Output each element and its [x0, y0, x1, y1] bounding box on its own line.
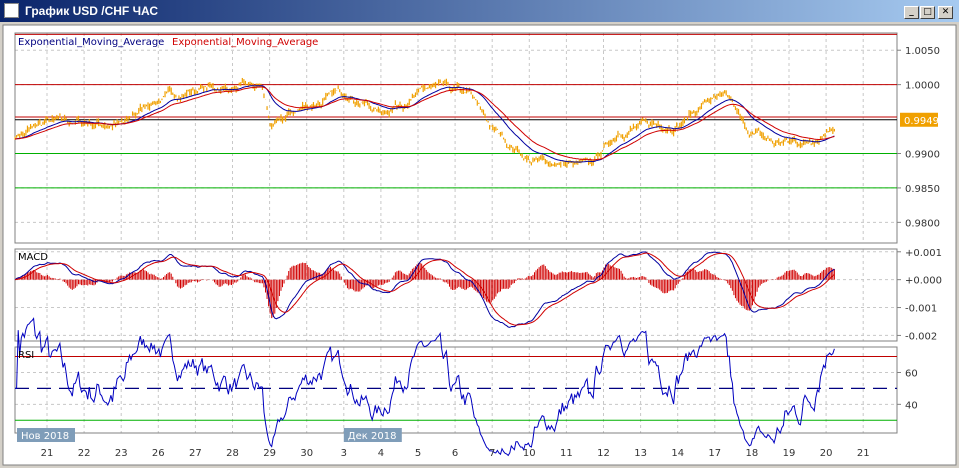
ema-legend-fast: Exponential_Moving_Average	[18, 37, 164, 48]
x-tick-label: 11	[560, 448, 573, 459]
x-tick-label: 6	[452, 448, 458, 459]
x-tick-label: 21	[857, 448, 870, 459]
ema-legend-slow: Exponential_Moving_Average	[172, 37, 318, 48]
x-tick-label: 13	[634, 448, 647, 459]
price-tick-label: 1.0000	[905, 81, 940, 92]
x-tick-label: 12	[597, 448, 610, 459]
macd-label: MACD	[18, 252, 48, 263]
x-tick-label: 18	[746, 448, 759, 459]
price-tick-label: 0.9800	[905, 218, 940, 229]
macd-tick-label: +0.000	[905, 276, 942, 287]
x-tick-label: 5	[415, 448, 421, 459]
macd-tick-label: -0.001	[905, 304, 937, 315]
macd-tick-label: +0.001	[905, 248, 942, 259]
macd-tick-label: -0.002	[905, 331, 937, 342]
x-tick-label: 19	[783, 448, 796, 459]
rsi-tick-label: 40	[905, 400, 918, 411]
x-tick-label: 4	[378, 448, 384, 459]
chart-frame	[2, 24, 957, 466]
month-label: Нов 2018	[21, 431, 69, 442]
x-tick-label: 30	[300, 448, 313, 459]
x-tick-label: 7	[489, 448, 495, 459]
x-tick-label: 29	[263, 448, 276, 459]
price-tick-label: 0.9900	[905, 149, 940, 160]
month-label: Дек 2018	[348, 431, 397, 442]
x-tick-label: 27	[189, 448, 202, 459]
rsi-label: RSI	[18, 350, 34, 361]
rsi-tick-label: 60	[905, 368, 918, 379]
price-tick-label: 0.9850	[905, 184, 940, 195]
current-price-label: 0.9949	[904, 116, 939, 127]
x-tick-label: 14	[671, 448, 684, 459]
x-tick-label: 20	[820, 448, 833, 459]
x-tick-label: 26	[152, 448, 165, 459]
price-tick-label: 1.0050	[905, 46, 940, 57]
x-tick-label: 21	[41, 448, 54, 459]
x-tick-label: 10	[523, 448, 536, 459]
x-tick-label: 28	[226, 448, 239, 459]
x-tick-label: 22	[78, 448, 91, 459]
x-tick-label: 17	[708, 448, 721, 459]
x-tick-label: 23	[115, 448, 128, 459]
chart-canvas[interactable]: Exponential_Moving_Average Exponential_M…	[0, 0, 959, 468]
x-tick-label: 3	[341, 448, 347, 459]
